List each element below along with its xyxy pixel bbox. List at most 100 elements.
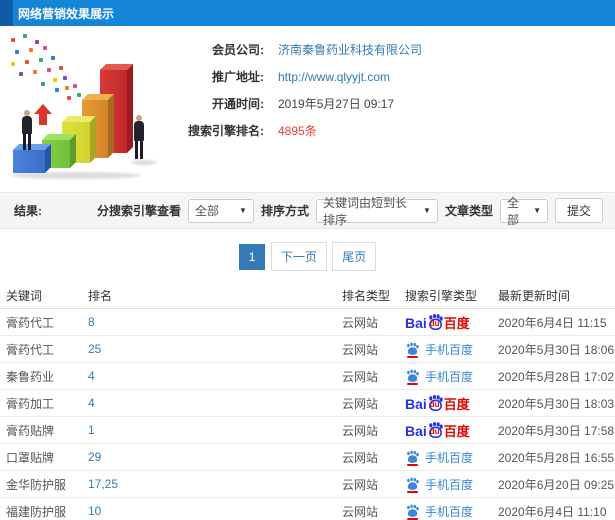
rank-cell[interactable]: 4 [88, 369, 342, 383]
mobile-baidu-logo: 手机百度 [405, 449, 473, 466]
info-row-rankcount: 搜索引擎排名: 4895条 [172, 117, 492, 144]
rank-cell[interactable]: 1 [88, 423, 342, 437]
page-title: 网络营销效果展示 [18, 6, 115, 21]
mobile-baidu-icon [405, 504, 420, 520]
rank-cell[interactable]: 10 [88, 504, 342, 518]
mobile-baidu-icon [405, 477, 420, 493]
engine-cell: Bai du 百度 [405, 394, 498, 412]
mobile-baidu-icon [405, 369, 420, 385]
rankcount-label: 搜索引擎排名: [188, 124, 264, 138]
info-row-opened: 开通时间: 2019年5月27日 09:17 [172, 90, 492, 117]
baidu-logo-du: du [429, 427, 440, 436]
rank-cell[interactable]: 29 [88, 450, 342, 464]
header-rank: 排名 [88, 289, 113, 303]
updated-cell: 2020年5月28日 17:02 [498, 369, 615, 384]
sort-filter-select[interactable]: 关键词由短到长排序 ▼ [315, 196, 438, 227]
keyword-cell: 福建防护服 [6, 504, 67, 519]
results-label: 结果: [14, 204, 42, 218]
table-row: 膏药代工 25 云网站 Bai du 百度 [0, 336, 615, 363]
engine-cell: Bai du 百度 [405, 341, 498, 358]
businessman-left [22, 110, 32, 150]
header-accent-stripe [0, 0, 13, 26]
info-row-company: 会员公司: 济南秦鲁药业科技有限公司 [172, 36, 492, 63]
article-type-select[interactable]: 全部 ▼ [499, 196, 548, 227]
mobile-baidu-label: 手机百度 [425, 342, 474, 357]
updated-cell: 2020年5月30日 18:06 [498, 342, 615, 357]
opened-value: 2019年5月27日 09:17 [278, 97, 395, 111]
keyword-cell: 金华防护服 [6, 477, 67, 492]
updated-cell: 2020年6月4日 11:10 [498, 504, 607, 519]
updated-cell: 2020年5月30日 18:03 [498, 396, 615, 411]
engine-cell: Bai du 百度 [405, 313, 498, 331]
page-last[interactable]: 尾页 [332, 242, 377, 271]
rank-cell[interactable]: 8 [88, 315, 342, 329]
mobile-baidu-label: 手机百度 [425, 504, 474, 519]
summary-section: 会员公司: 济南秦鲁药业科技有限公司 推广地址: http://www.qlyy… [0, 26, 615, 192]
mobile-baidu-logo: 手机百度 [405, 341, 473, 358]
keyword-cell: 秦鲁药业 [6, 369, 55, 384]
keyword-cell: 膏药加工 [6, 396, 55, 411]
page-current[interactable]: 1 [238, 244, 266, 270]
sort-filter-value: 关键词由短到长排序 [322, 195, 407, 227]
baidu-paw-icon: du [427, 394, 444, 412]
opened-label: 开通时间: [212, 97, 264, 111]
promotion-url-link[interactable]: http://www.qlyyjt.com [278, 70, 390, 84]
url-label: 推广地址: [212, 70, 264, 84]
article-type-value: 全部 [506, 195, 519, 227]
submit-button[interactable]: 提交 [554, 198, 603, 223]
updated-cell: 2020年6月4日 11:15 [498, 315, 607, 330]
sort-filter-label: 排序方式 [260, 204, 309, 218]
baidu-paw-icon: du [427, 313, 444, 331]
engine-cell: Bai du 百度 [405, 476, 498, 493]
mobile-baidu-label: 手机百度 [425, 450, 474, 465]
businessman-right [134, 115, 144, 159]
rank-type-cell: 云网站 [342, 369, 379, 384]
updated-cell: 2020年5月30日 17:58 [498, 423, 615, 438]
mobile-baidu-icon [405, 450, 420, 466]
header-updated: 最新更新时间 [498, 289, 571, 303]
baidu-logo-cn: 百度 [443, 397, 470, 412]
baidu-logo: Bai du 百度 [405, 313, 470, 331]
page-next[interactable]: 下一页 [270, 242, 327, 271]
rank-type-cell: 云网站 [342, 315, 379, 330]
engine-filter-value: 全部 [194, 204, 219, 218]
up-arrow [34, 104, 52, 125]
info-row-url: 推广地址: http://www.qlyyjt.com [172, 63, 492, 90]
rank-type-cell: 云网站 [342, 342, 379, 357]
engine-cell: Bai du 百度 [405, 503, 498, 520]
engine-cell: Bai du 百度 [405, 368, 498, 385]
mobile-baidu-logo: 手机百度 [405, 368, 473, 385]
chevron-down-icon: ▼ [533, 206, 541, 215]
keyword-cell: 膏药贴牌 [6, 423, 55, 438]
account-info: 会员公司: 济南秦鲁药业科技有限公司 推广地址: http://www.qlyy… [172, 36, 492, 144]
baidu-paw-icon: du [427, 421, 444, 439]
baidu-logo-bai: Bai [405, 423, 427, 439]
rankcount-value: 4895条 [278, 124, 317, 138]
header-rank-type: 排名类型 [342, 289, 391, 303]
updated-cell: 2020年5月28日 16:55 [498, 450, 615, 465]
mobile-baidu-label: 手机百度 [425, 477, 474, 492]
updated-cell: 2020年6月20日 09:25 [498, 477, 615, 492]
rank-type-cell: 云网站 [342, 504, 379, 519]
engine-filter-select[interactable]: 全部 ▼ [187, 198, 254, 223]
baidu-logo-cn: 百度 [443, 424, 470, 439]
baidu-logo: Bai du 百度 [405, 421, 470, 439]
rank-cell[interactable]: 25 [88, 342, 342, 356]
header-engine-type: 搜索引擎类型 [405, 289, 478, 303]
rank-type-cell: 云网站 [342, 477, 379, 492]
company-link[interactable]: 济南秦鲁药业科技有限公司 [278, 41, 422, 58]
table-row: 福建防护服 10 云网站 Bai du 百度 [0, 498, 615, 520]
baidu-logo-du: du [429, 319, 440, 328]
table-body: 膏药代工 8 云网站 Bai du 百度 2020年6月4日 11:15 膏药代… [0, 309, 615, 520]
mobile-baidu-logo: 手机百度 [405, 476, 473, 493]
engine-filter-label: 分搜索引擎查看 [96, 204, 181, 218]
table-row: 膏药代工 8 云网站 Bai du 百度 2020年6月4日 11:15 [0, 309, 615, 336]
rank-cell[interactable]: 17,25 [88, 477, 342, 491]
rank-cell[interactable]: 4 [88, 396, 342, 410]
table-row: 口罩贴牌 29 云网站 Bai du 百度 [0, 444, 615, 471]
company-label: 会员公司: [212, 43, 264, 57]
rank-type-cell: 云网站 [342, 396, 379, 411]
bar-blue [13, 144, 51, 173]
keyword-cell: 口罩贴牌 [6, 450, 55, 465]
table-row: 膏药贴牌 1 云网站 Bai du 百度 2020年5月30日 17:58 [0, 417, 615, 444]
